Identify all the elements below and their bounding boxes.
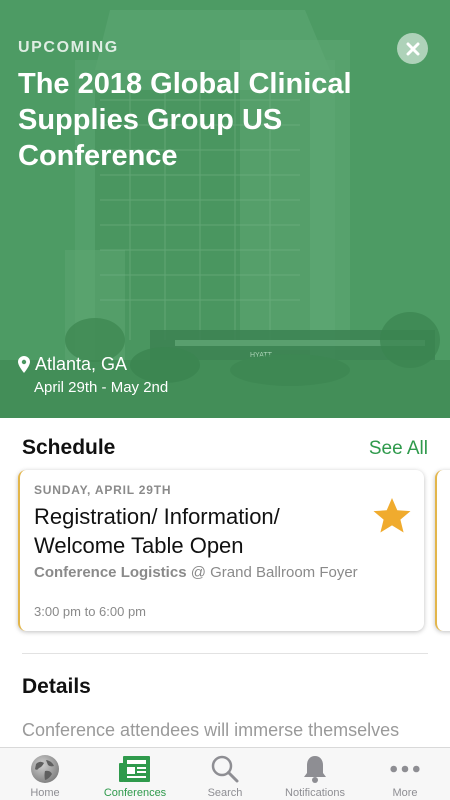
event-title: Registration/ Information/ Welcome Table…	[34, 504, 280, 558]
event-track-location: Conference Logistics @ Grand Ballroom Fo…	[34, 563, 394, 583]
tab-home-label: Home	[30, 787, 60, 799]
tab-search-label: Search	[207, 787, 243, 799]
bell-icon	[304, 756, 326, 783]
more-dots-icon	[390, 765, 420, 773]
event-time: 3:00 pm to 6:00 pm	[34, 604, 147, 619]
event-track: Conference Logistics	[34, 564, 187, 581]
details-description: Conference attendees will immerse themse…	[22, 720, 400, 740]
section-divider	[22, 653, 428, 654]
tab-home[interactable]: Home	[0, 748, 90, 800]
details-heading: Details	[22, 675, 91, 698]
event-status-label: UPCOMING	[18, 39, 119, 56]
location-row: Atlanta, GA	[18, 354, 127, 375]
tab-conferences-label: Conferences	[103, 787, 167, 799]
tab-search[interactable]: Search	[180, 748, 270, 800]
tab-notifications[interactable]: Notifications	[270, 748, 360, 800]
location-text: Atlanta, GA	[35, 354, 128, 374]
event-room: @ Grand Ballroom Foyer	[186, 564, 358, 581]
event-day: SUNDAY, APRIL 29TH	[34, 483, 172, 497]
tab-more[interactable]: More	[360, 748, 450, 800]
schedule-heading: Schedule	[22, 436, 116, 459]
search-icon	[211, 755, 239, 783]
next-event-card[interactable]	[435, 470, 450, 631]
see-all-link[interactable]: See All	[369, 438, 428, 460]
tab-notifications-label: Notifications	[285, 787, 345, 799]
newspaper-icon	[119, 756, 150, 782]
tab-conferences[interactable]: Conferences	[90, 748, 180, 800]
schedule-event-card[interactable]: SUNDAY, APRIL 29TH Registration/ Informa…	[18, 470, 424, 631]
star-favorite-icon[interactable]	[372, 497, 412, 535]
conference-hero: HYATT UPCOMING The 2018 Global Clinical …	[0, 0, 450, 418]
tab-more-label: More	[392, 787, 418, 799]
bottom-tab-bar: Home Conferences Search Notifications Mo…	[0, 747, 450, 800]
close-button[interactable]	[397, 33, 428, 64]
close-icon	[406, 42, 419, 55]
conference-dates: April 29th - May 2nd	[34, 379, 169, 396]
location-pin-icon	[18, 356, 30, 373]
globe-icon	[31, 755, 59, 783]
conference-title: The 2018 Global Clinical Supplies Group …	[18, 68, 352, 172]
